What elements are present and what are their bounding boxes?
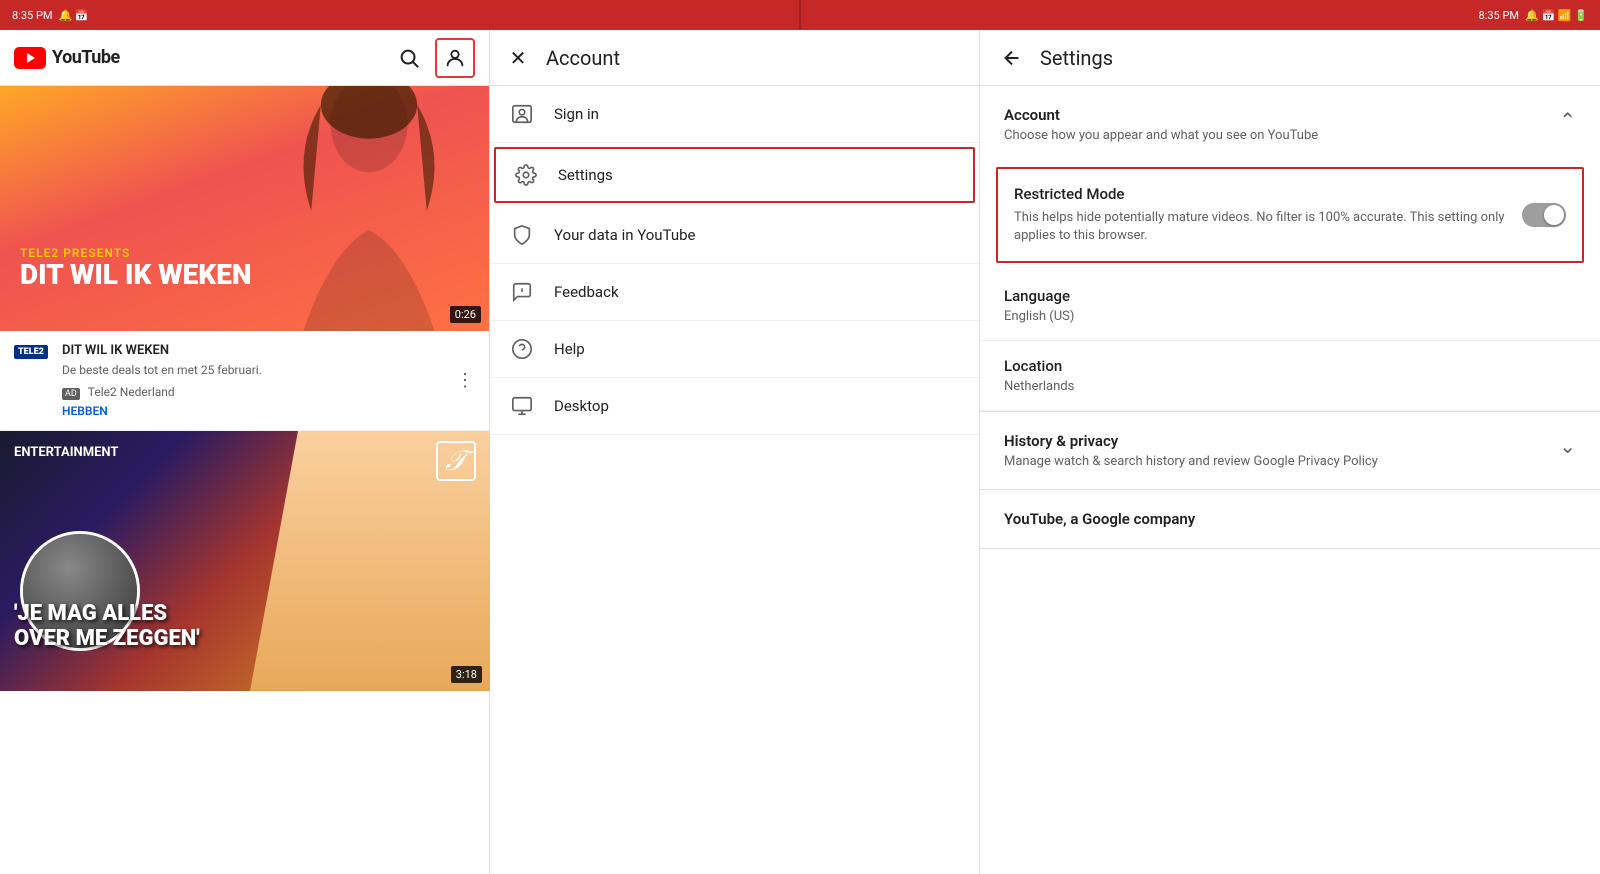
back-button[interactable] [1000, 46, 1024, 70]
person-silhouette [279, 86, 459, 331]
toggle-thumb [1544, 205, 1564, 225]
status-bar-left: 8:35 PM 🔔 📅 [0, 0, 799, 30]
tele2-logo: TELE2 [14, 345, 48, 359]
help-label: Help [554, 340, 585, 358]
more-options-icon[interactable]: ⋮ [455, 343, 475, 418]
status-icons-right: 🔔 📅 📶 🔋 [1525, 9, 1588, 22]
history-section-header[interactable]: History & privacy Manage watch & search … [980, 412, 1600, 489]
your-data-icon [510, 223, 534, 247]
ad-badge: AD [62, 388, 80, 400]
status-bar-right: 8:35 PM 🔔 📅 📶 🔋 [801, 0, 1600, 30]
menu-item-settings[interactable]: Settings [494, 147, 975, 203]
youtube-header-icons [397, 38, 475, 78]
help-icon [510, 337, 534, 361]
account-section-text: Account Choose how you appear and what y… [1004, 106, 1318, 143]
account-title: Account [546, 46, 620, 70]
feedback-label: Feedback [554, 283, 619, 301]
history-subtitle: Manage watch & search history and review… [1004, 454, 1378, 469]
video-card-meta: De beste deals tot en met 25 februari. [62, 363, 443, 377]
second-video-overlay: 'JE MAG ALLES OVER ME ZEGGEN' [14, 601, 200, 651]
restricted-mode-title: Restricted Mode [1014, 185, 1506, 203]
featured-video-bg [0, 86, 489, 331]
account-section-header[interactable]: Account Choose how you appear and what y… [980, 86, 1600, 159]
language-label: Language [1004, 287, 1576, 305]
channel-avatar: TELE2 [14, 343, 50, 363]
youtube-logo: YouTube [14, 47, 397, 69]
youtube-logo-text: YouTube [52, 47, 120, 68]
second-video-title-line1: 'JE MAG ALLES [14, 601, 200, 626]
status-time-right: 8:35 PM [1479, 9, 1519, 22]
account-chevron-up-icon: ⌃ [1559, 108, 1576, 132]
desktop-label: Desktop [554, 397, 609, 415]
account-section-title: Account [1004, 106, 1318, 124]
language-value: English (US) [1004, 309, 1576, 324]
feedback-icon [510, 280, 534, 304]
restricted-mode-content: Restricted Mode This helps hide potentia… [1014, 185, 1522, 245]
search-icon[interactable] [397, 46, 421, 70]
settings-title: Settings [1040, 46, 1113, 70]
status-icons-left: 🔔 📅 [58, 9, 88, 22]
location-label: Location [1004, 357, 1576, 375]
t-logo: 𝒯 [436, 441, 476, 481]
menu-item-desktop[interactable]: Desktop [490, 378, 979, 435]
location-value: Netherlands [1004, 379, 1576, 394]
second-video-title-line2: OVER ME ZEGGEN' [14, 626, 200, 651]
restricted-mode-toggle[interactable] [1522, 203, 1566, 227]
sign-in-label: Sign in [554, 105, 599, 123]
status-time-left: 8:35 PM [12, 9, 52, 22]
account-header: ✕ Account [490, 30, 979, 86]
restricted-mode-desc: This helps hide potentially mature video… [1014, 209, 1506, 245]
video-text-overlay: TELE2 PRESENTS DIT WIL IK WEKEN [20, 246, 252, 291]
settings-header: Settings [980, 30, 1600, 86]
left-panel: YouTube [0, 30, 490, 874]
second-video-thumbnail[interactable]: ENTERTAINMENT 𝒯 'JE MAG ALLES OVER ME ZE… [0, 431, 490, 691]
second-video-duration: 3:18 [451, 666, 482, 683]
channel-name: Tele2 Nederland [88, 385, 175, 399]
youtube-company-text: YouTube, a Google company [1004, 510, 1576, 528]
settings-icon [514, 163, 538, 187]
close-button[interactable]: ✕ [506, 46, 530, 70]
account-section-subtitle: Choose how you appear and what you see o… [1004, 128, 1318, 143]
history-section-text: History & privacy Manage watch & search … [1004, 432, 1378, 469]
history-section: History & privacy Manage watch & search … [980, 412, 1600, 490]
hebben-link[interactable]: HEBBEN [62, 404, 443, 418]
status-bar: 8:35 PM 🔔 📅 8:35 PM 🔔 📅 📶 🔋 [0, 0, 1600, 30]
menu-item-help[interactable]: Help [490, 321, 979, 378]
video-card-title: DIT WIL IK WEKEN [62, 343, 443, 360]
history-chevron-down-icon: ⌄ [1559, 434, 1576, 458]
menu-item-your-data[interactable]: Your data in YouTube [490, 207, 979, 264]
youtube-header: YouTube [0, 30, 489, 86]
youtube-logo-icon [14, 47, 46, 69]
menu-item-feedback[interactable]: Feedback [490, 264, 979, 321]
account-button[interactable] [435, 38, 475, 78]
featured-video-duration: 0:26 [450, 306, 481, 323]
settings-content: Account Choose how you appear and what y… [980, 86, 1600, 874]
entertainment-badge: ENTERTAINMENT [14, 445, 118, 460]
location-row[interactable]: Location Netherlands [980, 341, 1600, 411]
main-layout: YouTube [0, 30, 1600, 874]
video-card[interactable]: TELE2 DIT WIL IK WEKEN De beste deals to… [0, 331, 489, 431]
restricted-mode-row[interactable]: Restricted Mode This helps hide potentia… [996, 167, 1584, 263]
language-row[interactable]: Language English (US) [980, 271, 1600, 341]
middle-panel: ✕ Account Sign in Settings [490, 30, 980, 874]
account-section: Account Choose how you appear and what y… [980, 86, 1600, 412]
featured-video[interactable]: TELE2 PRESENTS DIT WIL IK WEKEN 0:26 [0, 86, 489, 331]
settings-label: Settings [558, 166, 613, 184]
your-data-label: Your data in YouTube [554, 226, 695, 244]
menu-item-sign-in[interactable]: Sign in [490, 86, 979, 143]
history-title: History & privacy [1004, 432, 1378, 450]
desktop-icon [510, 394, 534, 418]
video-title-large: DIT WIL IK WEKEN [20, 260, 252, 291]
youtube-company-row: YouTube, a Google company [980, 490, 1600, 549]
video-info: DIT WIL IK WEKEN De beste deals tot en m… [62, 343, 443, 418]
sign-in-icon [510, 102, 534, 126]
right-panel: Settings Account Choose how you appear a… [980, 30, 1600, 874]
